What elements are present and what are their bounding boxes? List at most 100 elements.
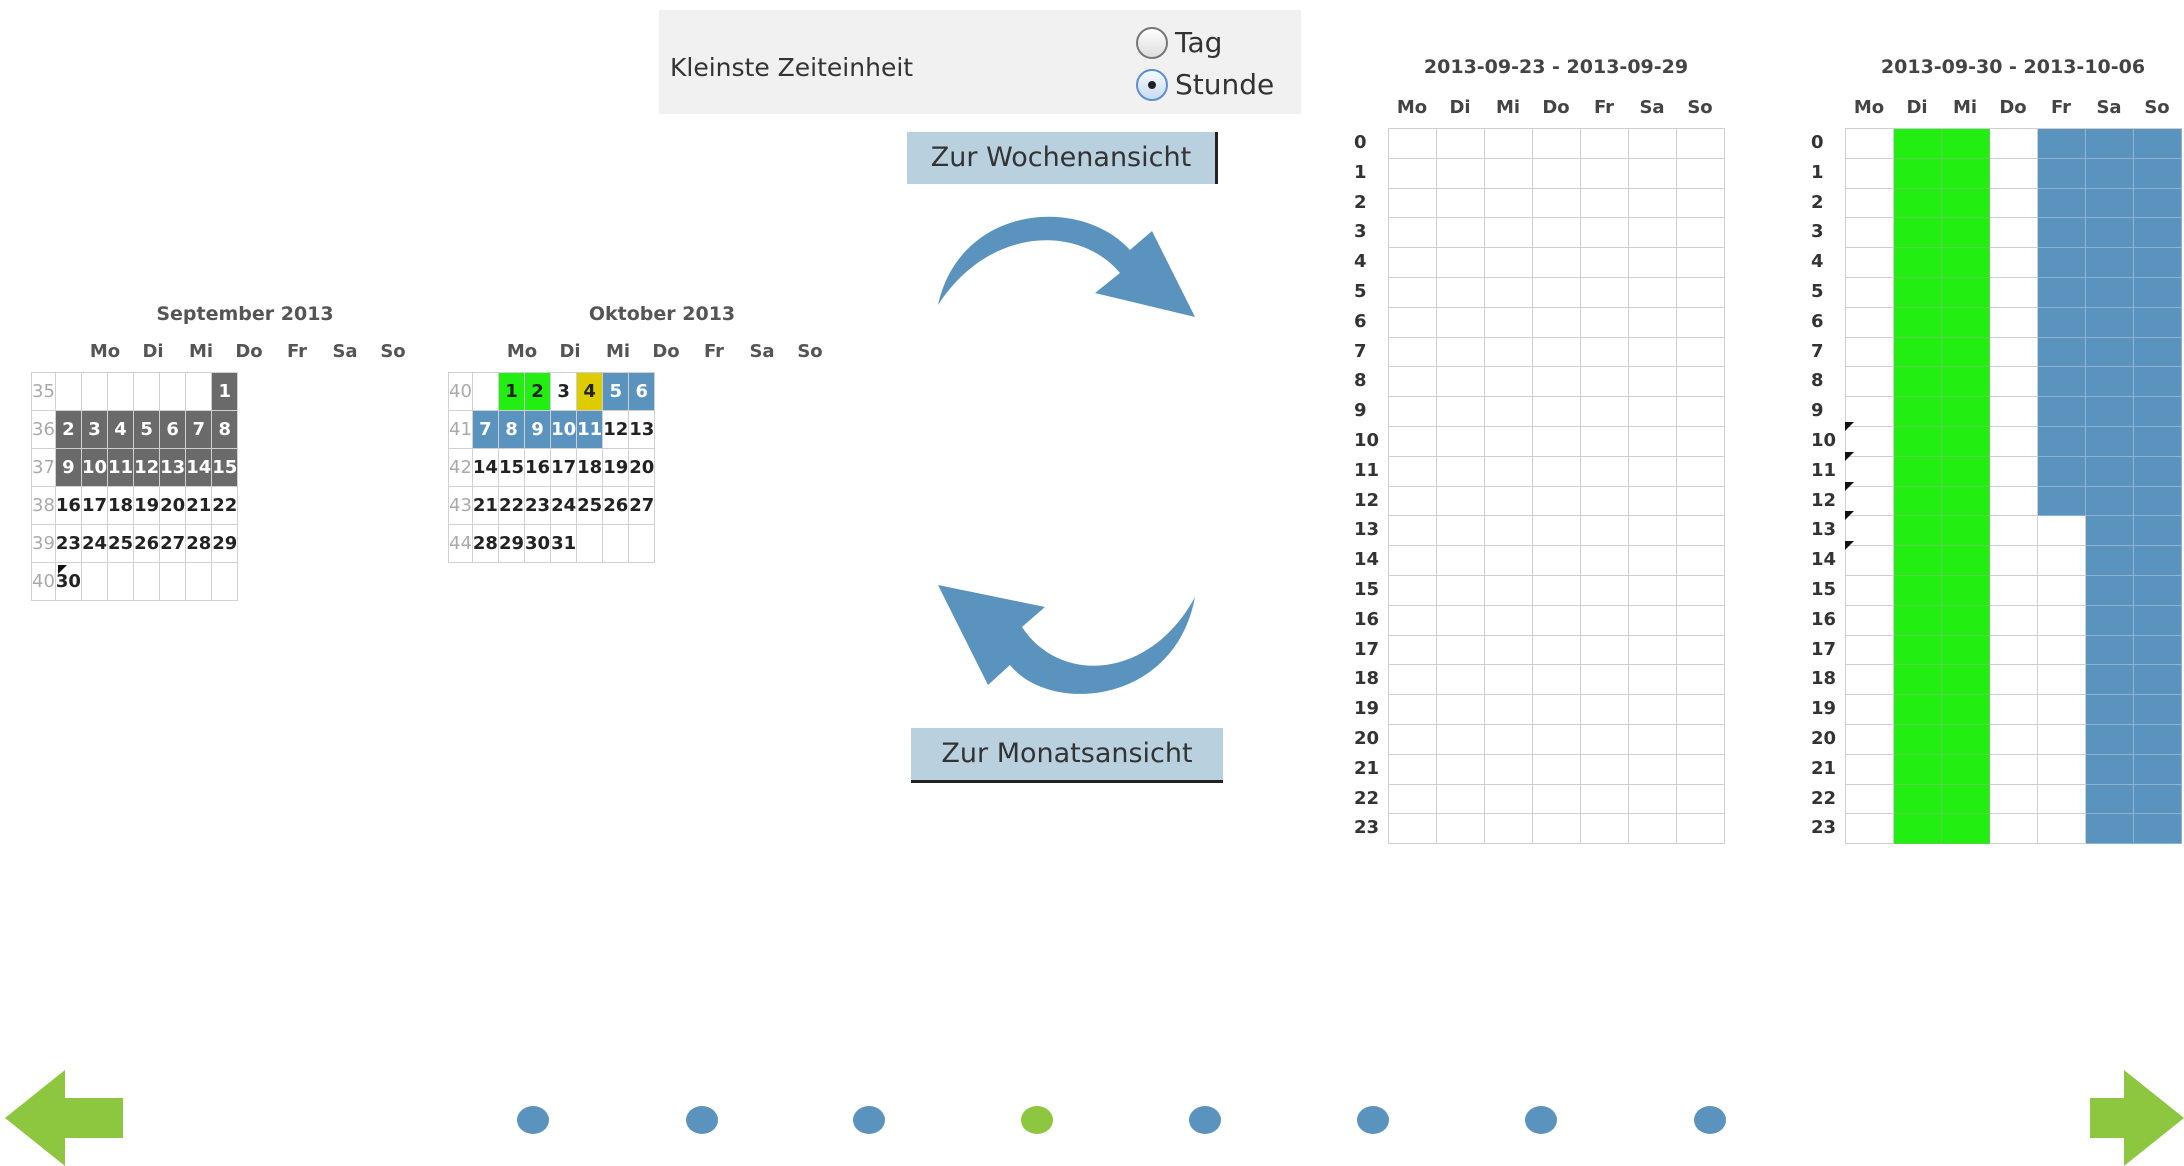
hour-cell[interactable] [1894,307,1942,338]
hour-cell[interactable] [1894,188,1942,219]
nav-dot[interactable] [517,1106,549,1134]
hour-cell[interactable] [2134,665,2182,696]
hour-cell[interactable] [1990,635,2038,666]
radio-stunde[interactable]: Stunde [1136,68,1274,101]
hour-cell[interactable] [1485,695,1533,725]
day-cell[interactable]: 28 [471,524,499,563]
hour-cell[interactable] [1581,188,1629,219]
hour-cell[interactable] [1894,814,1942,845]
hour-cell[interactable] [1990,397,2038,427]
hour-cell[interactable] [1894,516,1942,547]
hour-cell[interactable] [1533,218,1581,249]
radio-tag[interactable]: Tag [1136,26,1222,59]
hour-cell[interactable] [1846,665,1894,696]
hour-cell[interactable] [1389,784,1437,815]
hour-cell[interactable] [1581,277,1629,308]
hour-cell[interactable] [2134,158,2182,189]
day-cell[interactable]: 2 [524,372,552,411]
hour-cell[interactable] [2038,575,2086,606]
hour-cell[interactable] [1485,426,1533,457]
hour-cell[interactable] [2134,456,2182,487]
hour-cell[interactable] [1485,575,1533,606]
day-cell[interactable]: 11 [576,410,604,449]
hour-cell[interactable] [1846,307,1894,338]
hour-cell[interactable] [2086,456,2134,487]
hour-cell[interactable] [1894,546,1942,576]
hour-cell[interactable] [1389,367,1437,398]
hour-cell[interactable] [1581,456,1629,487]
hour-cell[interactable] [2134,754,2182,785]
hour-cell[interactable] [2038,665,2086,696]
hour-cell[interactable] [1990,188,2038,219]
hour-cell[interactable] [1894,158,1942,189]
hour-cell[interactable] [1846,724,1894,755]
hour-cell[interactable] [1437,754,1485,785]
hour-cell[interactable] [1629,307,1677,338]
hour-cell[interactable] [1677,129,1725,159]
hour-cell[interactable] [1942,754,1990,785]
hour-cell[interactable] [1677,367,1725,398]
hour-cell[interactable] [2038,337,2086,368]
hour-cell[interactable] [1629,665,1677,696]
hour-cell[interactable] [2134,486,2182,517]
hour-cell[interactable] [1581,516,1629,547]
day-cell[interactable]: 10 [550,410,578,449]
hour-cell[interactable] [1581,695,1629,725]
hour-cell[interactable] [1942,188,1990,219]
hour-cell[interactable] [1389,188,1437,219]
hour-cell[interactable] [1990,575,2038,606]
hour-cell[interactable] [1990,248,2038,278]
hour-cell[interactable] [1629,397,1677,427]
hour-cell[interactable] [1485,277,1533,308]
hour-cell[interactable] [1942,158,1990,189]
hour-cell[interactable] [2086,397,2134,427]
hour-cell[interactable] [1437,307,1485,338]
hour-grid[interactable] [1388,128,1725,845]
hour-cell[interactable] [1677,486,1725,517]
hour-cell[interactable] [1629,575,1677,606]
day-cell[interactable]: 1 [497,372,526,411]
day-cell[interactable]: 1 [211,372,239,411]
hour-cell[interactable] [1990,218,2038,249]
hour-cell[interactable] [1990,546,2038,576]
hour-cell[interactable] [1677,546,1725,576]
nav-dot[interactable] [1357,1106,1389,1134]
hour-cell[interactable] [2086,784,2134,815]
day-cell[interactable]: 24 [80,524,109,563]
day-cell[interactable]: 8 [211,410,239,449]
hour-cell[interactable] [1990,426,2038,457]
hour-cell[interactable] [1942,248,1990,278]
hour-cell[interactable] [1942,546,1990,576]
hour-cell[interactable] [1437,129,1485,159]
hour-cell[interactable] [2134,814,2182,845]
hour-cell[interactable] [1581,397,1629,427]
hour-cell[interactable] [1629,546,1677,576]
hour-cell[interactable] [1485,516,1533,547]
hour-cell[interactable] [1437,397,1485,427]
hour-cell[interactable] [1846,814,1894,845]
hour-cell[interactable] [1894,665,1942,696]
hour-cell[interactable] [1581,158,1629,189]
hour-cell[interactable] [1894,784,1942,815]
nav-dot[interactable] [853,1106,885,1134]
hour-cell[interactable] [1533,575,1581,606]
hour-cell[interactable] [1629,337,1677,368]
hour-cell[interactable] [1629,277,1677,308]
hour-cell[interactable] [2134,546,2182,576]
day-cell[interactable]: 16 [54,486,82,525]
hour-cell[interactable] [2134,337,2182,368]
hour-cell[interactable] [2134,218,2182,249]
day-cell[interactable]: 31 [550,524,578,563]
hour-cell[interactable] [2038,367,2086,398]
hour-cell[interactable] [1485,486,1533,517]
day-cell[interactable]: 9 [524,410,552,449]
hour-cell[interactable] [1846,129,1894,159]
nav-dot[interactable] [1525,1106,1557,1134]
hour-cell[interactable] [2038,426,2086,457]
day-cell[interactable]: 29 [211,524,239,563]
hour-cell[interactable] [1990,486,2038,517]
hour-cell[interactable] [1581,248,1629,278]
hour-cell[interactable] [1389,456,1437,487]
hour-cell[interactable] [1437,158,1485,189]
hour-cell[interactable] [2134,605,2182,636]
